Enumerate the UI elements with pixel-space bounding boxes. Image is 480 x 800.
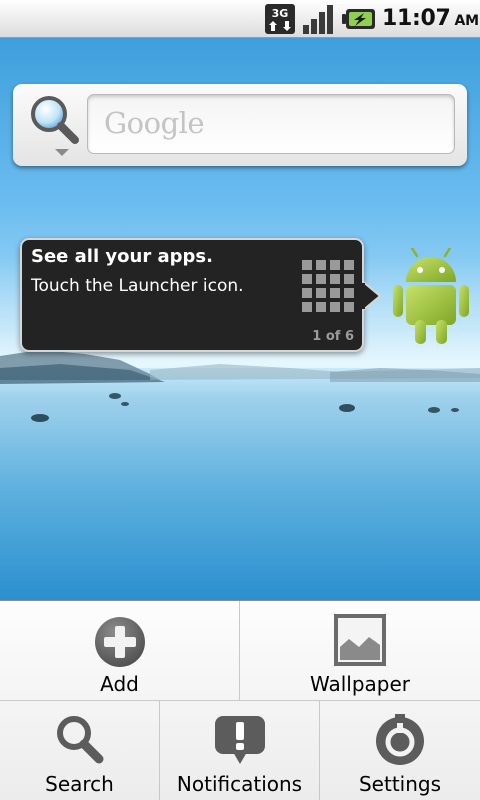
launcher-tip-bubble[interactable]: See all your apps. Touch the Launcher ic… <box>20 238 364 352</box>
3g-data-icon: 3G <box>265 4 295 34</box>
battery-charging-icon <box>342 9 375 29</box>
status-clock: 11:07 AM <box>382 6 479 31</box>
options-menu: Add Wallpaper Search Notifications Setti… <box>0 600 480 800</box>
search-placeholder: Google <box>104 106 205 140</box>
home-screen: 3G 11:07 AM Google See all your apps. To… <box>0 0 480 800</box>
menu-item-wallpaper[interactable]: Wallpaper <box>240 601 480 701</box>
menu-label-notifications: Notifications <box>176 772 303 796</box>
magnifier-icon[interactable] <box>25 92 89 160</box>
status-time-value: 11:07 <box>382 6 451 31</box>
menu-label-settings: Settings <box>358 772 442 796</box>
search-input[interactable]: Google <box>87 94 455 154</box>
tip-pointer-arrow <box>362 281 382 311</box>
wallpaper-icon <box>334 614 386 666</box>
menu-label-wallpaper: Wallpaper <box>309 672 411 696</box>
launcher-grid-icon <box>302 260 354 312</box>
menu-item-notifications[interactable]: Notifications <box>160 701 320 800</box>
menu-item-search[interactable]: Search <box>0 701 160 800</box>
status-bar[interactable]: 3G 11:07 AM <box>0 0 480 38</box>
menu-label-search: Search <box>45 772 114 796</box>
status-ampm: AM <box>454 13 479 29</box>
tip-title: See all your apps. <box>31 246 213 267</box>
android-robot-icon <box>393 248 469 344</box>
tip-body: Touch the Launcher icon. <box>31 276 244 296</box>
menu-item-add[interactable]: Add <box>0 601 240 701</box>
google-search-widget[interactable]: Google <box>13 84 467 166</box>
network-type-label: 3G <box>272 7 289 20</box>
search-icon <box>56 716 103 764</box>
menu-item-settings[interactable]: Settings <box>320 701 480 800</box>
menu-label-add: Add <box>100 672 139 696</box>
tip-page-indicator: 1 of 6 <box>312 329 354 344</box>
notifications-icon <box>214 716 265 764</box>
add-icon <box>94 617 145 667</box>
signal-strength-icon <box>303 5 333 34</box>
settings-icon <box>376 714 424 765</box>
